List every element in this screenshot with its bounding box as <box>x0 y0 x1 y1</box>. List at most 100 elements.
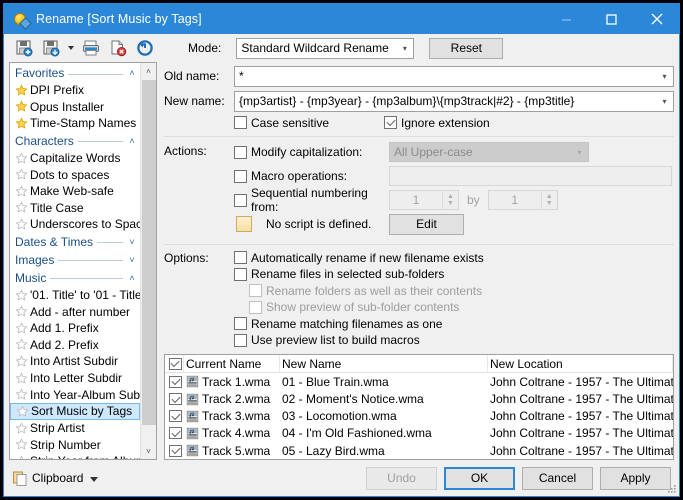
maximize-icon[interactable] <box>589 4 634 34</box>
sidebar-item-time-stamp-names[interactable]: Time-Stamp Names <box>10 115 140 132</box>
close-icon[interactable] <box>634 4 679 34</box>
star-icon[interactable] <box>15 388 28 401</box>
new-name-input[interactable]: {mp3artist} - {mp3year} - {mp3album}\{mp… <box>234 90 674 112</box>
option-use-preview-list-to-build-macros[interactable]: Use preview list to build macros <box>234 332 674 349</box>
save-as-preset-icon[interactable] <box>39 36 63 60</box>
star-icon[interactable] <box>15 305 28 318</box>
star-icon[interactable] <box>15 371 28 385</box>
sidebar-category-images[interactable]: Images ˅ <box>10 251 140 269</box>
resize-grip-icon[interactable] <box>667 484 677 494</box>
chevron-icon[interactable]: ˅ <box>127 237 137 247</box>
row-checkbox[interactable] <box>165 393 184 406</box>
chevron-down-icon[interactable] <box>87 471 98 485</box>
column-new-name[interactable]: New Name <box>280 355 488 373</box>
old-name-input[interactable]: * ▾ <box>234 65 674 87</box>
star-icon[interactable] <box>15 84 28 97</box>
sidebar-scrollbar[interactable]: ˄ ˅ <box>140 63 156 459</box>
sidebar-item-01-title-to-01-title[interactable]: '01. Title' to '01 - Title' <box>10 287 140 304</box>
star-icon[interactable] <box>15 201 28 214</box>
star-icon[interactable] <box>15 288 28 302</box>
chevron-down-icon[interactable]: ▾ <box>656 97 673 106</box>
sidebar-item-capitalize-words[interactable]: Capitalize Words <box>10 150 140 167</box>
sidebar-item-add-2-prefix[interactable]: Add 2. Prefix <box>10 337 140 354</box>
presets-tree[interactable]: Favorites ˄ DPI Prefix Opus Installer Time-S… <box>10 63 140 459</box>
chevron-down-icon[interactable]: ▾ <box>656 72 673 81</box>
save-as-dropdown-icon[interactable] <box>66 36 76 60</box>
sidebar-category-favorites[interactable]: Favorites ˄ <box>10 64 140 82</box>
scrollbar-thumb[interactable] <box>142 80 156 425</box>
clipboard-button[interactable]: Clipboard <box>12 470 98 486</box>
sidebar-item-add-after-number[interactable]: Add - after number <box>10 303 140 320</box>
sidebar-item-strip-number[interactable]: Strip Number <box>10 437 140 454</box>
scroll-down-icon[interactable]: ˅ <box>141 443 157 459</box>
star-icon[interactable] <box>15 185 28 198</box>
option-rename-files-in-selected-sub-folders[interactable]: Rename files in selected sub-folders <box>234 266 674 283</box>
cancel-button[interactable]: Cancel <box>522 466 593 490</box>
reset-preset-icon[interactable] <box>133 36 157 60</box>
table-row[interactable]: Track 4.wma 04 - I'm Old Fashioned.wma Joh… <box>165 425 673 442</box>
sidebar-item-sort-music-by-tags[interactable]: Sort Music by Tags <box>10 402 140 420</box>
select-all-checkbox[interactable] <box>165 355 184 373</box>
print-preview-icon[interactable] <box>79 36 103 60</box>
chevron-icon[interactable]: ˄ <box>127 68 137 78</box>
edit-script-button[interactable]: Edit <box>389 213 464 235</box>
chevron-icon[interactable]: ˄ <box>127 273 137 283</box>
sidebar-item-title-case[interactable]: Title Case <box>10 200 140 217</box>
reset-button[interactable]: Reset <box>429 37 504 59</box>
star-icon[interactable] <box>15 422 28 435</box>
star-icon[interactable] <box>16 405 29 418</box>
sidebar-item-dots-to-spaces[interactable]: Dots to spaces <box>10 166 140 183</box>
sidebar-item-dpi-prefix[interactable]: DPI Prefix <box>10 82 140 99</box>
table-row[interactable]: Track 5.wma 05 - Lazy Bird.wma John Coltra… <box>165 442 673 459</box>
minimize-icon[interactable] <box>544 4 589 34</box>
ok-button[interactable]: OK <box>444 466 515 490</box>
chevron-icon[interactable]: ˄ <box>127 136 137 146</box>
apply-button[interactable]: Apply <box>600 466 671 490</box>
sidebar-item-into-artist-subdir[interactable]: Into Artist Subdir <box>10 353 140 370</box>
star-icon[interactable] <box>15 338 28 351</box>
row-checkbox[interactable] <box>165 410 184 423</box>
sidebar-category-characters[interactable]: Characters ˄ <box>10 132 140 150</box>
case-sensitive-checkbox[interactable]: Case sensitive <box>234 116 384 130</box>
sidebar-item-into-year-album-subdir[interactable]: Into Year-Album Subdir <box>10 386 140 403</box>
option-rename-matching-filenames-as-one[interactable]: Rename matching filenames as one <box>234 315 674 332</box>
star-icon[interactable] <box>15 218 28 231</box>
star-icon[interactable] <box>15 322 28 335</box>
star-icon[interactable] <box>15 168 28 181</box>
mode-select[interactable]: Standard Wildcard Rename ▾ <box>236 37 415 59</box>
sidebar-item-into-letter-subdir[interactable]: Into Letter Subdir <box>10 370 140 387</box>
column-new-location[interactable]: New Location <box>488 355 673 373</box>
preview-list[interactable]: Current Name New Name New Location Track… <box>164 354 674 460</box>
star-icon[interactable] <box>15 151 28 165</box>
sidebar-item-opus-installer[interactable]: Opus Installer <box>10 99 140 116</box>
sidebar-category-music[interactable]: Music ˄ <box>10 269 140 287</box>
star-icon[interactable] <box>15 455 28 459</box>
macro-operations-checkbox[interactable]: Macro operations: <box>234 169 389 183</box>
chevron-icon[interactable]: ˅ <box>127 255 137 265</box>
modify-capitalization-checkbox[interactable]: Modify capitalization: <box>234 145 389 159</box>
sidebar-item-underscores-to-spaces[interactable]: Underscores to Spaces <box>10 216 140 233</box>
sidebar-item-strip-artist[interactable]: Strip Artist <box>10 420 140 437</box>
sidebar-item-make-web-safe[interactable]: Make Web-safe <box>10 183 140 200</box>
star-icon[interactable] <box>15 355 28 368</box>
column-current-name[interactable]: Current Name <box>184 355 280 373</box>
table-row[interactable]: Track 3.wma 03 - Locomotion.wma John Coltr… <box>165 408 673 425</box>
option-automatically-rename-if-new-filename-exists[interactable]: Automatically rename if new filename exi… <box>234 249 674 266</box>
row-checkbox[interactable] <box>165 375 184 388</box>
sequential-numbering-checkbox[interactable]: Sequential numbering from: <box>234 186 389 214</box>
sidebar-item-strip-year-from-album[interactable]: Strip Year from Album <box>10 453 140 459</box>
delete-preset-icon[interactable] <box>106 36 130 60</box>
star-icon[interactable] <box>15 117 28 130</box>
scroll-up-icon[interactable]: ˄ <box>141 63 157 79</box>
sidebar-item-add-1-prefix[interactable]: Add 1. Prefix <box>10 320 140 337</box>
star-icon[interactable] <box>15 100 28 113</box>
sidebar-category-dates-times[interactable]: Dates & Times ˅ <box>10 233 140 251</box>
divider <box>164 243 674 245</box>
row-checkbox[interactable] <box>165 444 184 457</box>
save-preset-icon[interactable] <box>12 36 36 60</box>
star-icon[interactable] <box>15 438 28 451</box>
table-row[interactable]: Track 1.wma 01 - Blue Train.wma John Coltr… <box>165 373 673 390</box>
row-checkbox[interactable] <box>165 427 184 440</box>
ignore-extension-checkbox[interactable]: Ignore extension <box>384 116 490 130</box>
table-row[interactable]: Track 2.wma 02 - Moment's Notice.wma John … <box>165 390 673 407</box>
